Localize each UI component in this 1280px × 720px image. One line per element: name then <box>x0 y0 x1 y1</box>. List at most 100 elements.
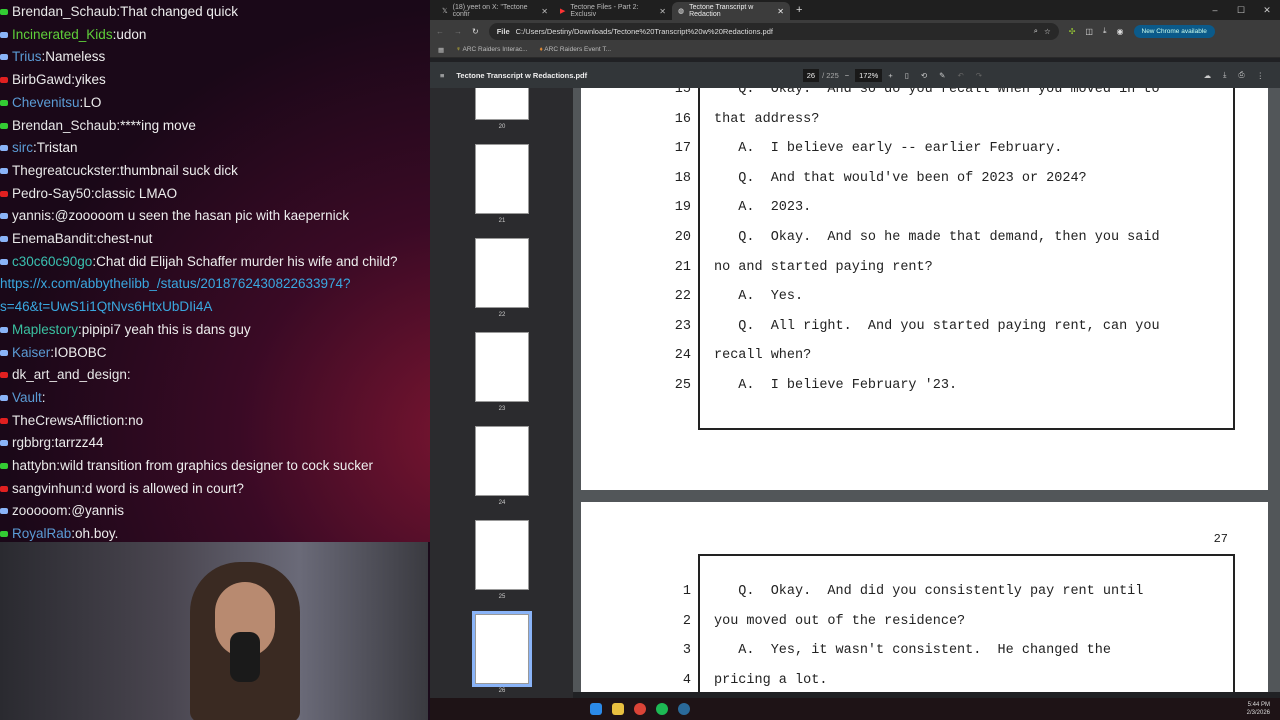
forward-icon[interactable]: → <box>454 27 462 36</box>
zoom-input[interactable]: 172% <box>855 68 883 82</box>
chat-badge-icon <box>0 31 8 38</box>
chat-username[interactable]: RoyalRab <box>12 526 71 541</box>
line-number: 21 <box>674 259 691 275</box>
chat-text: udon <box>116 26 147 42</box>
transcript-line: A. I believe February '23. <box>714 378 958 393</box>
page-thumbnail[interactable] <box>475 332 529 402</box>
chat-username[interactable]: sangvinhun <box>12 481 81 496</box>
chat-username[interactable]: Trius <box>12 49 42 64</box>
chat-username[interactable]: Maplestory <box>12 322 78 337</box>
chat-username[interactable]: rgbbrg <box>12 435 51 450</box>
line-number: 17 <box>674 141 691 157</box>
page-thumbnail[interactable] <box>472 611 532 687</box>
clock[interactable]: 5:44 PM 2/3/2026 <box>1247 701 1270 717</box>
pdf-viewer[interactable]: 15 Q. Okay. And so do you recall when yo… <box>573 88 1280 692</box>
pdf-download-icon[interactable]: ⤓ <box>1223 70 1226 80</box>
chat-username[interactable]: hattybn <box>12 458 56 473</box>
chat-username[interactable]: BirbGawd <box>12 72 71 87</box>
chat-username[interactable]: Brendan_Schaub <box>12 4 116 19</box>
chat-text: no <box>128 412 144 428</box>
chat-message: yannis:@zooooom u seen the hasan pic wit… <box>0 205 430 228</box>
thumbnail-number: 21 <box>498 218 506 224</box>
save-drive-icon[interactable]: ☁ <box>1204 71 1212 80</box>
download-icon[interactable]: ⤓ <box>1103 26 1107 36</box>
chat-username[interactable]: Thegreatcuckster <box>12 163 116 178</box>
zoom-icon[interactable]: ⌕ <box>1034 26 1038 36</box>
minimize-button[interactable]: – <box>1202 5 1228 16</box>
close-window-button[interactable]: ✕ <box>1254 5 1280 16</box>
file-explorer-icon[interactable] <box>612 703 624 715</box>
spotify-icon[interactable] <box>656 703 668 715</box>
chat-username[interactable]: Chevenitsu <box>12 95 80 110</box>
chrome-icon[interactable] <box>634 703 646 715</box>
menu-icon[interactable]: ≡ <box>440 71 444 80</box>
chat-username[interactable]: TheCrewsAffliction <box>12 413 124 428</box>
maximize-button[interactable]: ☐ <box>1228 5 1254 16</box>
extensions-icon[interactable]: ✣ <box>1069 27 1076 36</box>
new-chrome-button[interactable]: New Chrome available <box>1133 24 1215 38</box>
chat-username[interactable]: Pedro-Say50 <box>12 186 91 201</box>
apps-icon[interactable]: ▦ <box>438 46 444 54</box>
chat-text: d word is allowed in court? <box>84 480 244 496</box>
transcript-line: A. Yes, it wasn't consistent. He changed… <box>714 643 1111 659</box>
chat-username[interactable]: zooooom <box>12 503 68 518</box>
zoom-out-button[interactable]: − <box>845 71 849 80</box>
steam-icon[interactable] <box>678 703 690 715</box>
tab-strip: 𝕏 (18) yeet on X: "Tectone confir ✕ ▶ Tecto… <box>430 0 1280 20</box>
annotate-icon[interactable]: ✎ <box>939 71 945 80</box>
close-tab-icon[interactable]: ✕ <box>541 7 548 16</box>
chat-username[interactable]: c30c60c90go <box>12 254 92 269</box>
new-tab-button[interactable]: + <box>796 4 802 16</box>
chat-badge-icon <box>0 440 8 447</box>
chat-username[interactable]: sirc <box>12 140 33 155</box>
chat-username[interactable]: Incinerated_Kids <box>12 27 113 42</box>
page-thumbnail[interactable] <box>475 238 529 308</box>
chat-username[interactable]: Vault <box>12 390 42 405</box>
chat-badge-icon <box>0 258 8 265</box>
bookmark-2[interactable]: ♦ ARC Raiders Event T... <box>540 46 612 53</box>
transcript-line: Q. And that would've been of 2023 or 202… <box>714 170 1087 186</box>
redo-icon[interactable]: ↷ <box>976 71 982 80</box>
fit-page-icon[interactable]: ▯ <box>905 71 909 80</box>
page-thumbnail[interactable] <box>475 88 529 120</box>
thumbnail-number: 25 <box>498 594 506 600</box>
profile-icon[interactable]: ◉ <box>1117 27 1124 36</box>
close-tab-icon[interactable]: ✕ <box>777 7 784 16</box>
tab-x[interactable]: 𝕏 (18) yeet on X: "Tectone confir ✕ <box>436 2 554 20</box>
address-bar[interactable]: File C:/Users/Destiny/Downloads/Tectone%… <box>488 22 1059 40</box>
start-icon[interactable] <box>590 703 602 715</box>
chat-text: chest-nut <box>96 231 153 247</box>
page-thumbnail[interactable] <box>475 520 529 590</box>
page-number-input[interactable]: 26 <box>802 68 820 82</box>
chat-link[interactable]: https://x.com/abbythelibb_/status/201876… <box>0 273 430 296</box>
url-text[interactable]: C:/Users/Destiny/Downloads/Tectone%20Tra… <box>516 27 773 36</box>
tab-pdf[interactable]: ◍ Tectone Transcript w Redaction ✕ <box>672 2 790 20</box>
split-view-icon[interactable]: ◫ <box>1085 27 1093 36</box>
page-thumbnail[interactable] <box>475 144 529 214</box>
stream-chat: Brendan_Schaub:That changed quick Inciner… <box>0 0 430 542</box>
more-icon[interactable]: ⋮ <box>1256 71 1264 80</box>
chat-username[interactable]: Brendan_Schaub <box>12 118 116 133</box>
chat-link[interactable]: s=46&t=UwS1i1QtNvs6HtxUbDIi4A <box>0 296 430 319</box>
chat-username[interactable]: Kaiser <box>12 345 50 360</box>
reload-icon[interactable]: ↻ <box>472 27 479 36</box>
undo-icon[interactable]: ↶ <box>957 71 963 80</box>
page-thumbnail[interactable] <box>475 426 529 496</box>
rotate-icon[interactable]: ⟲ <box>921 71 927 80</box>
chat-username[interactable]: dk_art_and_design <box>12 367 127 382</box>
back-icon[interactable]: ← <box>436 27 444 36</box>
chat-username[interactable]: yannis <box>12 208 51 223</box>
file-chip[interactable]: File <box>497 27 510 36</box>
print-icon[interactable]: ⎙ <box>1238 70 1244 80</box>
line-number: 24 <box>674 348 691 364</box>
bookmark-1[interactable]: ♆ ARC Raiders Interac... <box>456 46 527 53</box>
star-icon[interactable]: ☆ <box>1044 27 1051 36</box>
transcript-line: A. I believe early -- earlier February. <box>714 141 1063 157</box>
chat-username[interactable]: EnemaBandit <box>12 231 93 246</box>
chat-text: Chat did Elijah Schaffer murder his wife… <box>96 253 398 269</box>
chat-badge-icon <box>0 190 8 197</box>
zoom-in-button[interactable]: + <box>888 71 892 80</box>
close-tab-icon[interactable]: ✕ <box>659 7 666 16</box>
tab-youtube[interactable]: ▶ Tectone Files - Part 2: Exclusiv ✕ <box>554 2 672 20</box>
thumbnail-number: 24 <box>498 500 506 506</box>
